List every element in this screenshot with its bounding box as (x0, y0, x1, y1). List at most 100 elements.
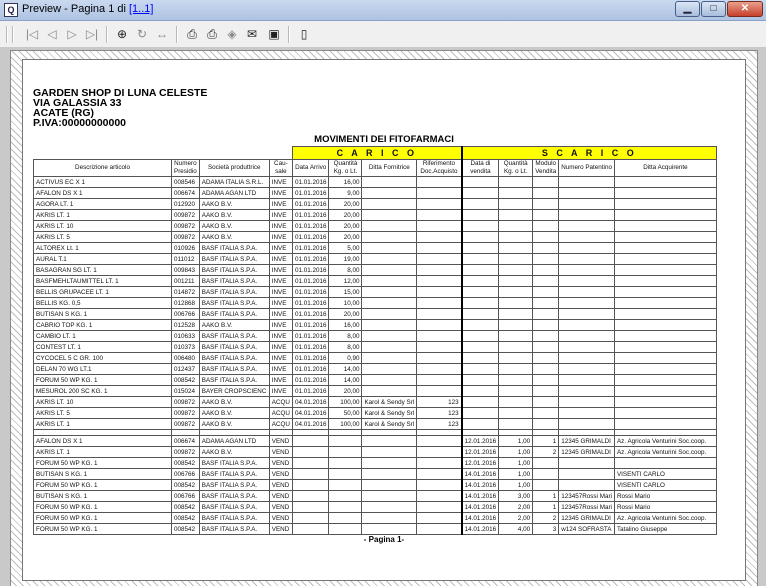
table-cell: 8,00 (328, 330, 363, 342)
table-cell (498, 418, 534, 430)
table-cell (532, 308, 560, 320)
table-cell: 01.01.2016 (291, 352, 330, 364)
table-cell: 12.01.2016 (460, 457, 500, 469)
table-cell (498, 341, 534, 353)
table-cell: 008542 (171, 512, 200, 524)
table-cell (532, 341, 560, 353)
page-width-icon[interactable]: ↔ (154, 26, 170, 42)
column-header: Numero Presidio (171, 159, 200, 177)
table-cell: ADAMA AGAN LTD (198, 435, 270, 447)
exit-icon[interactable]: ▯ (296, 26, 312, 42)
table-cell: 010373 (171, 341, 200, 353)
table-cell: 01.01.2016 (291, 275, 330, 287)
table-cell (613, 264, 717, 276)
table-cell (613, 341, 717, 353)
print-icon[interactable]: ⎙ (184, 26, 200, 42)
table-cell (460, 242, 500, 254)
table-cell (361, 286, 418, 298)
table-cell (416, 275, 463, 287)
last-page-icon[interactable]: ▷| (84, 26, 100, 42)
zoom-icon[interactable]: ⊕ (114, 26, 130, 42)
table-cell: VEND (268, 512, 293, 524)
table-cell (558, 187, 615, 199)
preview-app-icon[interactable]: Q (4, 3, 18, 17)
table-cell: AGORA LT. 1 (33, 198, 172, 210)
prev-page-icon[interactable]: ◁ (44, 26, 60, 42)
table-cell (416, 352, 463, 364)
table-cell (613, 176, 717, 188)
table-cell (498, 242, 534, 254)
table-cell: 0,90 (328, 352, 363, 364)
table-cell (558, 264, 615, 276)
table-cell (558, 319, 615, 331)
rotate-icon[interactable]: ↻ (134, 26, 150, 42)
maximize-button[interactable]: □ (701, 1, 726, 17)
table-cell: 14,00 (328, 363, 363, 375)
table-cell: AFALON DS X 1 (33, 435, 172, 447)
table-cell: 123 (416, 396, 463, 408)
table-cell (361, 490, 418, 502)
table-cell (460, 286, 500, 298)
table-cell: AAKO B.V. (198, 220, 270, 232)
table-cell: Karol & Sendy Srl (361, 407, 418, 419)
table-cell: 01.01.2016 (291, 176, 330, 188)
table-cell (558, 242, 615, 254)
table-row: AURAL T.1 011012 BASF ITALIA S.P.A. INVE 01.… (33, 253, 717, 265)
close-button[interactable]: ✕ (727, 1, 763, 17)
table-cell (532, 468, 560, 480)
table-cell (558, 457, 615, 469)
table-cell: AAKO B.V. (198, 198, 270, 210)
window-title-text: Preview - Pagina 1 di (22, 3, 129, 15)
table-cell: BASF ITALIA S.P.A. (198, 468, 270, 480)
table-cell: 006766 (171, 490, 200, 502)
table-cell: 2,00 (498, 512, 534, 524)
table-cell: 15,00 (328, 286, 363, 298)
next-page-icon[interactable]: ▷ (64, 26, 80, 42)
table-cell: VEND (268, 446, 293, 458)
table-cell: 008542 (171, 374, 200, 386)
table-cell: BASF ITALIA S.P.A. (198, 363, 270, 375)
table-cell: AKRIS LT. 5 (33, 407, 172, 419)
table-row: BUTISAN S KG. 1 006766 BASF ITALIA S.P.A. V… (33, 468, 717, 480)
table-cell (361, 264, 418, 276)
print-setup-icon[interactable]: ⎙ (204, 26, 220, 42)
table-cell: INVE (268, 352, 293, 364)
table-cell: 12.01.2016 (460, 435, 500, 447)
save-icon[interactable]: ▣ (266, 26, 282, 42)
table-cell: 12,00 (328, 275, 363, 287)
table-cell: 01.01.2016 (291, 319, 330, 331)
table-cell: CAMBIO LT. 1 (33, 330, 172, 342)
table-cell: 8,00 (328, 264, 363, 276)
first-page-icon[interactable]: |◁ (24, 26, 40, 42)
table-cell (328, 523, 363, 535)
table-cell (613, 363, 717, 375)
table-cell (416, 264, 463, 276)
window-title-page-link[interactable]: [1..1] (129, 3, 153, 15)
table-cell (460, 264, 500, 276)
table-cell (361, 308, 418, 320)
table-cell (498, 363, 534, 375)
table-cell: BASF ITALIA S.P.A. (198, 330, 270, 342)
table-cell: 015024 (171, 385, 200, 397)
table-cell: VISENTI CARLO (613, 468, 717, 480)
table-cell (416, 308, 463, 320)
scarico-section-header: S C A R I C O (460, 146, 717, 160)
table-cell (460, 374, 500, 386)
table-cell (532, 198, 560, 210)
table-cell (613, 352, 717, 364)
table-cell: 01.01.2016 (291, 187, 330, 199)
table-cell: 008542 (171, 479, 200, 491)
table-cell (558, 341, 615, 353)
table-cell (328, 512, 363, 524)
minimize-button[interactable]: ▁ (675, 1, 700, 17)
table-cell: BASAGRAN SG LT. 1 (33, 264, 172, 276)
table-cell (558, 330, 615, 342)
preview-viewport[interactable]: GARDEN SHOP DI LUNA CELESTE VIA GALASSIA… (0, 48, 766, 586)
table-cell (558, 308, 615, 320)
table-cell: BELLIS GRUPACEE LT. 1 (33, 286, 172, 298)
export-icon[interactable]: ◈ (224, 26, 240, 42)
table-cell (361, 446, 418, 458)
table-cell (416, 523, 463, 535)
email-icon[interactable]: ✉ (244, 26, 260, 42)
table-cell (291, 457, 330, 469)
